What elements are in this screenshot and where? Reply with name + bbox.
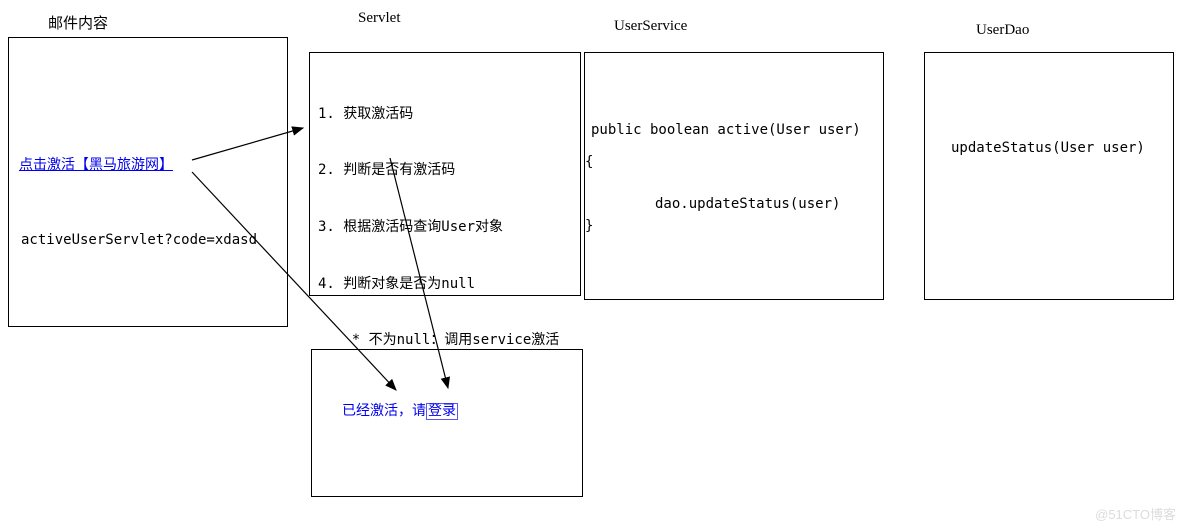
servlet-line-1: 1. 获取激活码	[318, 105, 559, 124]
servlet-line-3: 3. 根据激活码查询User对象	[318, 218, 559, 237]
email-box: 点击激活【黑马旅游网】 activeUserServlet?code=xdasd	[8, 37, 288, 327]
user-service-box: public boolean active(User user) { dao.u…	[584, 52, 884, 300]
result-prefix: 已经激活，请	[342, 404, 426, 419]
user-dao-box: updateStatus(User user)	[924, 52, 1174, 300]
title-servlet: Servlet	[358, 10, 401, 27]
result-box: 已经激活，请登录	[311, 349, 583, 497]
servlet-line-2: 2. 判断是否有激活码	[318, 161, 559, 180]
servlet-box: 1. 获取激活码 2. 判断是否有激活码 3. 根据激活码查询User对象 4.…	[309, 52, 581, 296]
servlet-url: activeUserServlet?code=xdasd	[21, 232, 257, 248]
servlet-line-4: 4. 判断对象是否为null	[318, 275, 559, 294]
watermark: @51CTO博客	[1095, 504, 1176, 523]
title-user-service: UserService	[614, 18, 687, 35]
activate-link-text: 点击激活【黑马旅游网】	[19, 158, 173, 173]
dao-method: updateStatus(User user)	[951, 139, 1145, 157]
login-link[interactable]: 登录	[426, 403, 458, 420]
servlet-line-5: * 不为null：调用service激活	[318, 331, 559, 350]
service-signature: public boolean active(User user)	[591, 121, 861, 139]
service-open-brace: {	[585, 153, 593, 171]
service-close-brace: }	[585, 217, 593, 235]
activate-link[interactable]: 点击激活【黑马旅游网】	[19, 154, 173, 174]
title-user-dao: UserDao	[976, 22, 1029, 39]
title-email: 邮件内容	[48, 12, 108, 33]
service-call: dao.updateStatus(user)	[655, 195, 840, 213]
